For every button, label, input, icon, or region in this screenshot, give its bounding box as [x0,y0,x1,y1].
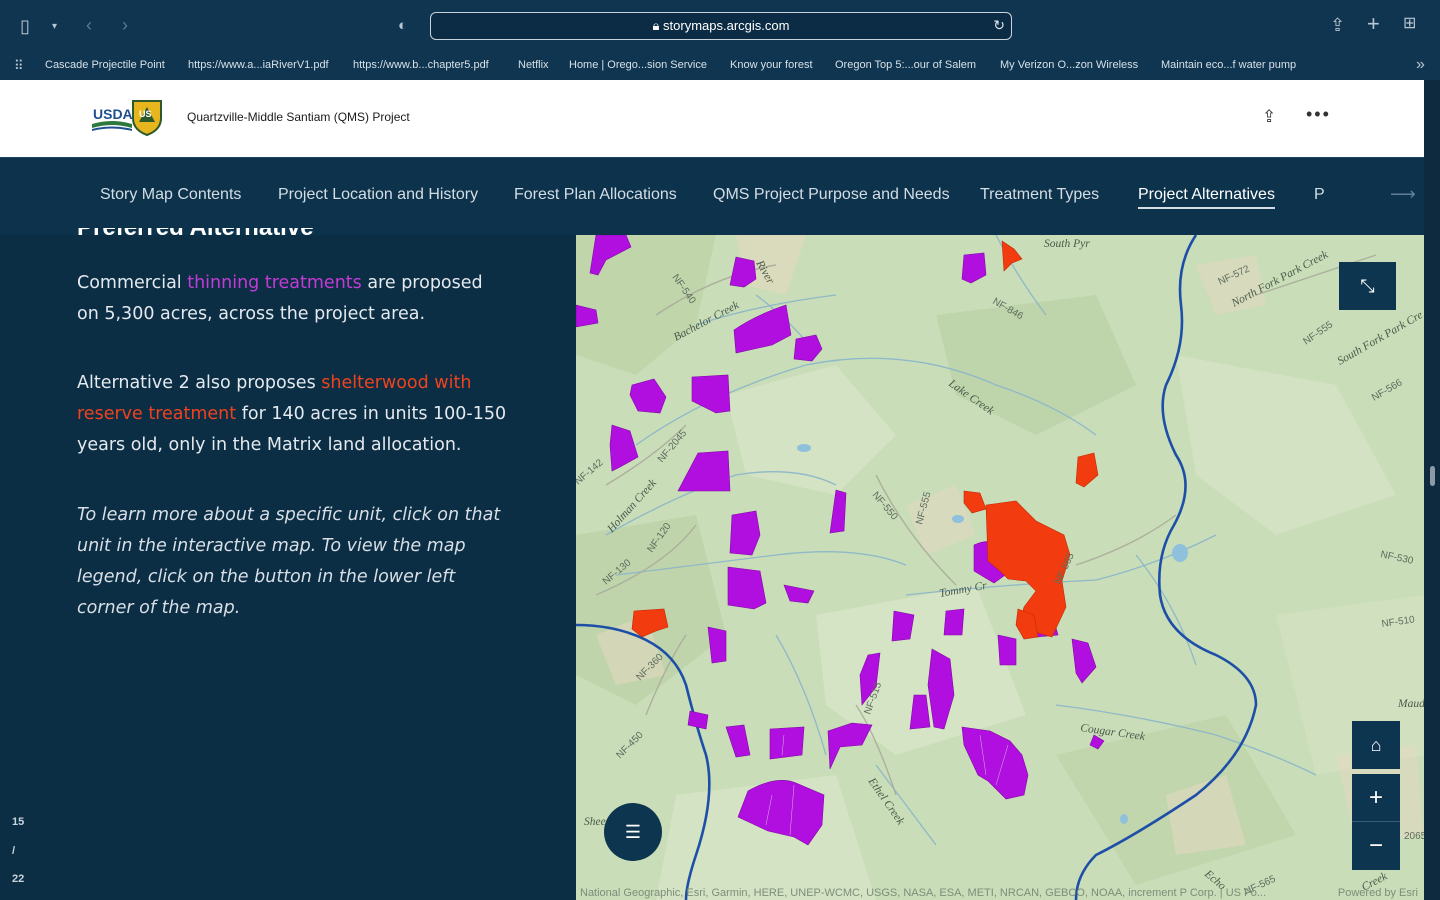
scrollbar-thumb[interactable] [1430,466,1435,486]
share-icon[interactable]: ⇪ [1330,15,1345,35]
map-canvas[interactable]: South Pyr River Bachelor Creek North For… [576,235,1424,900]
slide-counter-current: 15 [12,816,25,828]
bookmark-item[interactable]: https://www.a...iaRiverV1.pdf [188,59,329,71]
paragraph-thinning: Commercial thinning treatments are propo… [77,273,483,324]
bookmarks-bar: ⠿ Cascade Projectile Point https://www.a… [0,52,1440,80]
bookmark-item[interactable]: My Verizon O...zon Wireless [1000,59,1138,71]
home-button[interactable]: ⌂ [1352,721,1400,769]
share-icon[interactable]: ⇪ [1262,107,1276,127]
sidebar-toggle-icon[interactable]: ▯ [20,16,30,36]
legend-button[interactable]: ☰ [604,803,662,861]
slide-counter-total: 22 [12,873,25,885]
bookmark-item[interactable]: https://www.b...chapter5.pdf [353,59,489,71]
nav-item-forest-plan-allocations[interactable]: Forest Plan Allocations [514,186,677,204]
powered-by-esri[interactable]: Powered by Esri [1338,887,1418,899]
nav-item-treatment-types[interactable]: Treatment Types [980,186,1099,204]
chevron-down-icon[interactable]: ▾ [52,17,57,37]
svg-text:USDA: USDA [93,106,132,122]
project-title: Quartzville-Middle Santiam (QMS) Project [187,110,410,124]
slide-counter-separator: / [12,845,16,857]
forward-icon[interactable]: › [122,15,128,35]
home-icon: ⌂ [1370,734,1382,755]
nav-item-purpose-needs[interactable]: QMS Project Purpose and Needs [713,186,950,204]
map-label: Shee [584,816,606,828]
list-icon: ☰ [624,821,642,842]
nav-item-truncated[interactable]: P [1314,186,1325,204]
bookmark-item[interactable]: Netflix [518,59,549,71]
url-text: 🔒︎ storymaps.arcgis.com [652,18,790,33]
thinning-treatments-link[interactable]: thinning treatments [187,273,362,293]
paragraph-instructions: To learn more about a specific unit, cli… [77,505,501,618]
map-attribution: National Geographic, Esri, Garmin, HERE,… [580,887,1267,899]
forest-service-shield-logo: US [132,100,162,136]
zoom-in-button[interactable]: + [1352,774,1400,822]
map-label: South Pyr [1044,238,1090,250]
nav-item-story-map-contents[interactable]: Story Map Contents [100,186,241,204]
bookmark-item[interactable]: Oregon Top 5:...our of Salem [835,59,976,71]
interactive-map[interactable]: South Pyr River Bachelor Creek North For… [576,235,1424,900]
map-label: Maud [1397,698,1424,710]
nav-item-project-location-history[interactable]: Project Location and History [278,186,478,204]
bookmark-item[interactable]: Maintain eco...f water pump [1161,59,1296,71]
zoom-out-button[interactable]: − [1352,822,1400,870]
privacy-shield-icon[interactable]: ◐ [398,16,407,36]
nav-next-arrow-icon[interactable]: ⟶ [1390,184,1416,205]
new-tab-icon[interactable]: + [1367,13,1380,35]
bookmark-item[interactable]: Cascade Projectile Point [45,59,165,71]
tab-overview-icon[interactable]: ⊞ [1403,14,1416,34]
more-options-icon[interactable]: ••• [1306,104,1331,125]
usda-logo: USDA [92,106,132,131]
nav-item-project-alternatives[interactable]: Project Alternatives [1138,186,1275,209]
svg-text:US: US [139,109,152,119]
address-bar[interactable]: 🔒︎ storymaps.arcgis.com ↻ [430,12,1012,40]
expand-icon: ⤡ [1360,275,1375,296]
apps-grid-icon[interactable]: ⠿ [14,56,24,76]
more-bookmarks-icon[interactable]: » [1416,55,1425,75]
fullscreen-button[interactable]: ⤡ [1339,262,1396,310]
bookmark-item[interactable]: Home | Orego...sion Service [569,59,707,71]
minus-icon: − [1368,832,1383,859]
map-label: 2065 [1404,831,1424,842]
browser-toolbar: ▯ ▾ ‹ › ◐ 🔒︎ storymaps.arcgis.com ↻ ⇪ + … [0,0,1440,52]
reload-icon[interactable]: ↻ [993,17,1005,34]
page-scrollbar[interactable] [1424,80,1440,900]
paragraph-shelterwood: Alternative 2 also proposes shelterwood … [77,373,507,455]
back-icon[interactable]: ‹ [86,15,92,35]
plus-icon: + [1368,783,1383,811]
bookmark-item[interactable]: Know your forest [730,59,813,71]
lock-icon: 🔒︎ [652,18,664,33]
